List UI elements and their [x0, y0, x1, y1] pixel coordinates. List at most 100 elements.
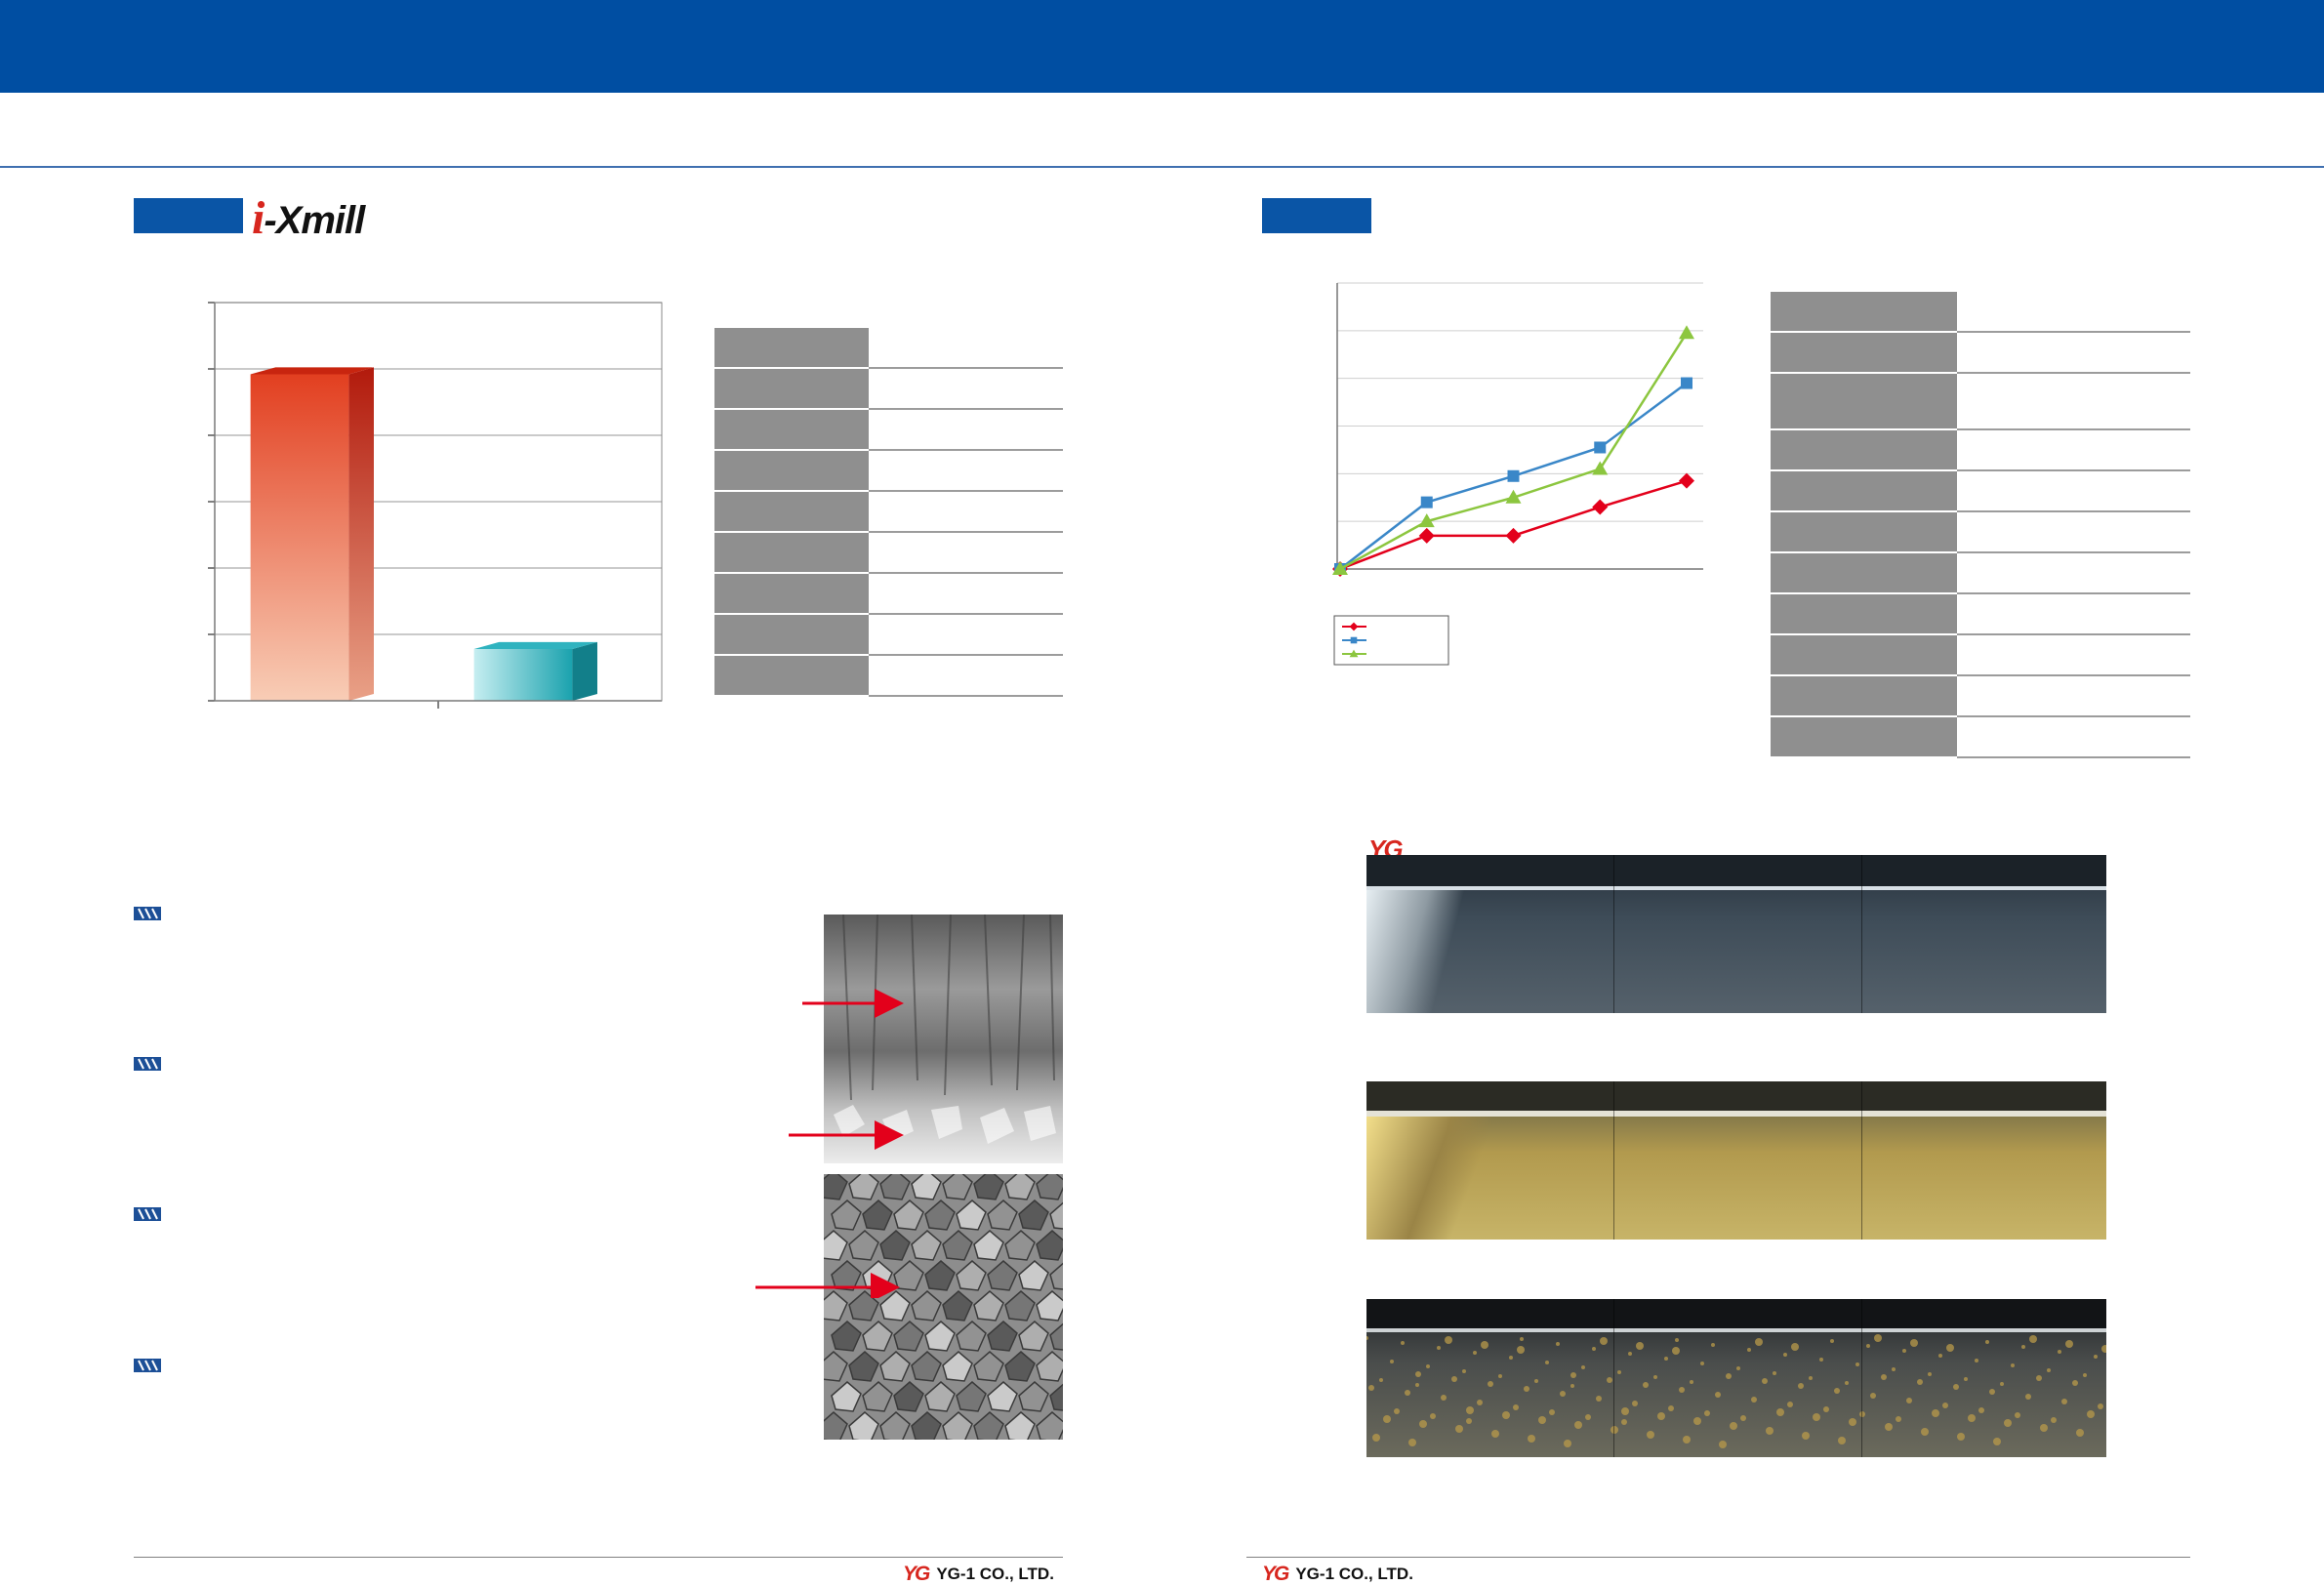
- diamond-marker: [1592, 499, 1609, 515]
- crystal-facet: [1018, 1200, 1049, 1231]
- wear-spot: [1596, 1396, 1602, 1402]
- table-row: [1771, 552, 2190, 594]
- crystal-facet: [893, 1381, 924, 1412]
- crystal-facet: [942, 1230, 973, 1261]
- crystal-facet: [924, 1321, 956, 1352]
- stripe-bullet-icon: [134, 1057, 161, 1071]
- table-value-cell: [1957, 373, 2190, 430]
- table-row: [714, 409, 1063, 451]
- table-value-cell: [1957, 511, 2190, 553]
- crystal-facet: [1004, 1411, 1036, 1440]
- wear-spot: [1368, 1385, 1374, 1391]
- crystal-facet: [973, 1411, 1004, 1440]
- table-row: [714, 614, 1063, 656]
- wear-spot: [1672, 1347, 1680, 1355]
- crystal-facet: [824, 1351, 848, 1382]
- wear-spot: [1466, 1406, 1474, 1414]
- crystal-facet: [824, 1411, 848, 1440]
- table-row: [1771, 634, 2190, 676]
- wear-spot: [1968, 1414, 1976, 1422]
- bar-2: [473, 641, 597, 701]
- crystal-facet: [1036, 1351, 1063, 1382]
- wear-spot: [1910, 1339, 1918, 1347]
- crystal-facet: [924, 1260, 956, 1291]
- wear-spot: [2011, 1363, 2015, 1367]
- wear-spot: [1953, 1384, 1959, 1390]
- wear-spot: [2015, 1412, 2020, 1418]
- table-key-cell: [1771, 634, 1957, 676]
- table-value-cell: [869, 409, 1063, 451]
- line-series: [1332, 325, 1694, 577]
- wear-spot: [1928, 1372, 1932, 1376]
- wear-spot: [1874, 1334, 1882, 1342]
- table-value-cell: [869, 573, 1063, 615]
- wear-spot: [1964, 1377, 1968, 1381]
- crystal-facet: [831, 1381, 862, 1412]
- crystal-facet: [973, 1351, 1004, 1382]
- wear-spot: [1574, 1421, 1582, 1429]
- header-band: [0, 0, 2324, 93]
- wear-spot: [1978, 1407, 1984, 1413]
- crystal-facet: [942, 1174, 973, 1200]
- wear-spot: [1473, 1351, 1477, 1355]
- wear-spot: [1415, 1371, 1421, 1377]
- table-key-cell: [714, 532, 869, 574]
- wear-spot: [1570, 1384, 1574, 1388]
- crystal-facet: [956, 1260, 987, 1291]
- triangle-marker: [1592, 461, 1609, 475]
- wear-spot: [2029, 1335, 2037, 1343]
- wear-spot: [1441, 1395, 1447, 1401]
- wear-spot: [1802, 1432, 1810, 1440]
- diamond-marker: [1679, 472, 1694, 489]
- table-row: [1771, 429, 2190, 471]
- wear-spot: [1783, 1353, 1787, 1357]
- table-key-cell: [714, 450, 869, 492]
- crystal-facet: [1018, 1381, 1049, 1412]
- wear-spot: [2072, 1380, 2078, 1386]
- bullet-item-4: [134, 1359, 161, 1377]
- crystal-facet: [1036, 1174, 1063, 1200]
- wear-spot: [1401, 1341, 1405, 1345]
- crystal-facet: [956, 1200, 987, 1231]
- spec-table-left: [714, 328, 1063, 697]
- crystal-facet: [987, 1200, 1018, 1231]
- table-value-cell: [869, 368, 1063, 410]
- table-value-cell: [869, 491, 1063, 533]
- company-name: YG-1 CO., LTD.: [1295, 1565, 1413, 1583]
- wear-spot: [1751, 1397, 1757, 1403]
- wear-spot: [2036, 1375, 2042, 1381]
- wear-spot: [1600, 1337, 1608, 1345]
- wear-spot: [1838, 1437, 1846, 1444]
- wear-spot: [1700, 1362, 1704, 1365]
- wear-spot: [1430, 1413, 1436, 1419]
- wear-spot: [1477, 1400, 1483, 1405]
- wear-spot: [1549, 1409, 1555, 1415]
- table-key-cell: [714, 409, 869, 451]
- wear-photo-row-1: [1366, 855, 2106, 1013]
- wear-spot: [1921, 1428, 1929, 1436]
- wear-spot: [1419, 1420, 1427, 1428]
- wear-spot: [2061, 1399, 2067, 1404]
- wear-spot: [2058, 1350, 2061, 1354]
- wear-spot: [2098, 1403, 2103, 1409]
- table-key-cell: [714, 328, 869, 369]
- table-key-cell: [1771, 511, 1957, 553]
- crystal-facet: [987, 1321, 1018, 1352]
- wear-spot: [1405, 1390, 1410, 1396]
- wear-spot: [1902, 1349, 1906, 1353]
- table-key-cell: [1771, 429, 1957, 471]
- table-value-cell: [869, 532, 1063, 574]
- yg-logo-mark: YG: [1262, 1563, 1289, 1585]
- crystal-facet: [911, 1230, 942, 1261]
- series-1: [1332, 472, 1694, 577]
- table-key-cell: [1771, 470, 1957, 512]
- table-value-cell: [1957, 716, 2190, 758]
- wear-spot: [1957, 1433, 1965, 1441]
- table-value-cell: [1957, 593, 2190, 635]
- wear-spot: [2000, 1382, 2004, 1386]
- stripe-bullet-icon: [134, 907, 161, 920]
- square-marker: [1420, 496, 1433, 508]
- wear-spot: [1740, 1415, 1746, 1421]
- wear-spot: [1556, 1342, 1560, 1346]
- wear-spot: [1711, 1343, 1715, 1347]
